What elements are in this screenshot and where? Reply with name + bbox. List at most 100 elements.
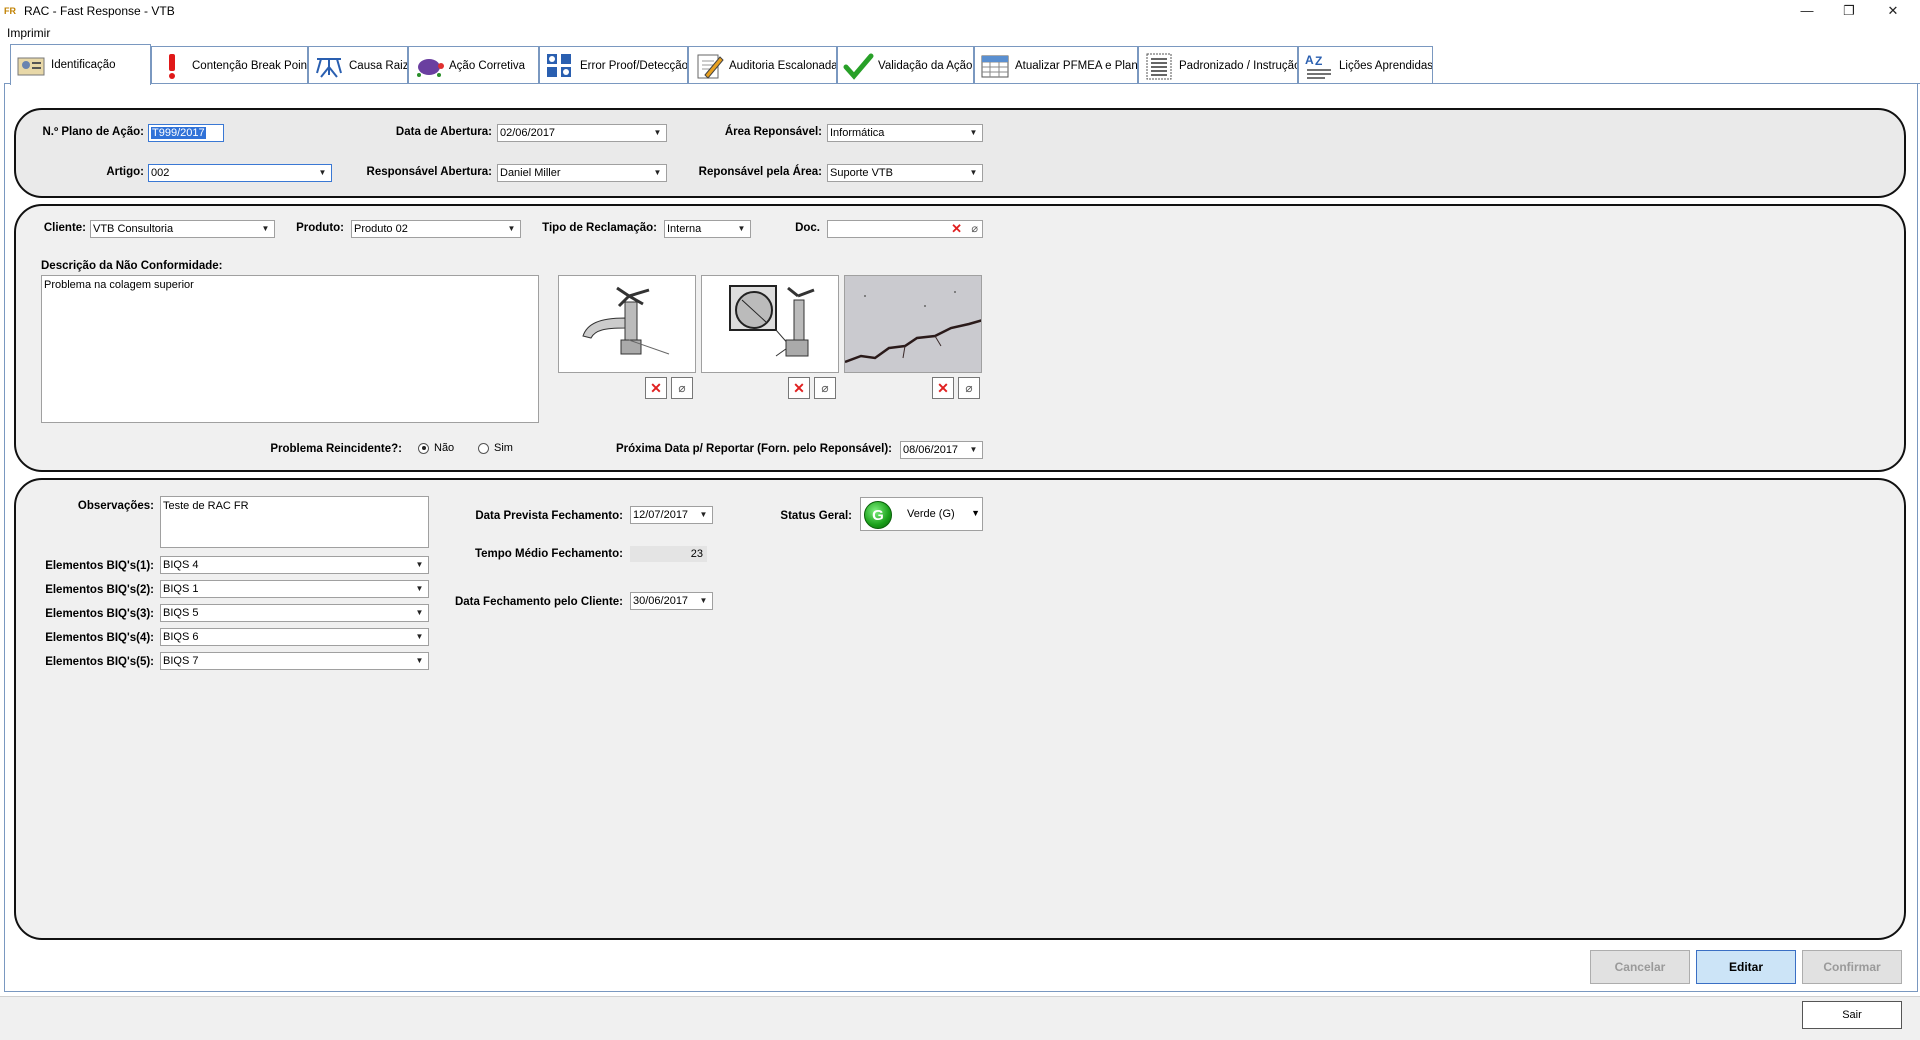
area-select[interactable]: Informática ▼ [827,124,983,142]
observations-label: Observações: [77,500,154,512]
recurrent-no-radio[interactable]: Não [418,442,454,454]
tab-error-proof[interactable]: Error Proof/Detecção [539,46,688,84]
app-logo-icon: FR [4,6,16,16]
title-bar: FR RAC - Fast Response - VTB — ❐ ✕ [0,0,1920,22]
remove-image-3-button[interactable]: ✕ [932,377,954,399]
tab-label: Padronizado / Instrução [1179,59,1298,72]
dropdown-arrow-icon[interactable]: ▼ [314,165,331,181]
tab-padronizado[interactable]: Padronizado / Instrução [1138,46,1298,84]
avg-time-value: 23 [630,546,707,562]
next-report-date-picker[interactable]: 08/06/2017 ▼ [900,441,983,459]
opening-date-picker[interactable]: 02/06/2017 ▼ [497,124,667,142]
attach-image-2-button[interactable]: ⌀ [814,377,836,399]
roots-icon [316,57,342,78]
client-select[interactable]: VTB Consultoria ▼ [90,220,275,238]
biq5-select[interactable]: BIQS 7 ▼ [160,652,429,670]
description-textarea[interactable]: Problema na colagem superior [41,275,539,423]
dropdown-arrow-icon[interactable]: ▼ [411,557,428,573]
dropdown-arrow-icon[interactable]: ▼ [733,221,750,237]
planned-close-date-picker[interactable]: 12/07/2017 ▼ [630,506,713,524]
svg-text:A: A [1305,53,1314,67]
attachment-image-3[interactable] [844,275,982,373]
menu-item-print[interactable]: Imprimir [7,26,50,40]
dots-icon [547,53,571,77]
area-resp-select[interactable]: Suporte VTB ▼ [827,164,983,182]
biq3-select[interactable]: BIQS 5 ▼ [160,604,429,622]
biq2-select[interactable]: BIQS 1 ▼ [160,580,429,598]
biq2-label: Elementos BIQ's(2): [45,584,154,596]
tab-validacao[interactable]: Validação da Ação [837,46,974,84]
biq4-select[interactable]: BIQS 6 ▼ [160,628,429,646]
minimize-button[interactable]: — [1784,0,1830,22]
tab-atualizar-pfmea[interactable]: Atualizar PFMEA e Plano [974,46,1138,84]
opening-resp-label: Responsável Abertura: [366,166,492,178]
dropdown-arrow-icon[interactable]: ▼ [257,221,274,237]
cancel-button[interactable]: Cancelar [1590,950,1690,984]
remove-image-1-button[interactable]: ✕ [645,377,667,399]
close-button[interactable]: ✕ [1870,0,1916,22]
attach-image-1-button[interactable]: ⌀ [671,377,693,399]
dropdown-arrow-icon[interactable]: ▼ [649,165,666,181]
tab-auditoria[interactable]: Auditoria Escalonada [688,46,837,84]
dropdown-arrow-icon[interactable]: ▼ [411,605,428,621]
crack-texture-image [845,276,981,372]
id-card-icon [17,57,45,76]
faucet-image [559,276,695,372]
confirm-button[interactable]: Confirmar [1802,950,1902,984]
dropdown-arrow-icon[interactable]: ▼ [965,165,982,181]
article-select[interactable]: 002 ▼ [148,164,332,182]
attachment-image-1[interactable] [558,275,696,373]
status-value: Verde (G) [907,508,955,520]
area-label: Área Reponsável: [724,126,822,138]
tab-causa-raiz[interactable]: Causa Raiz [308,46,408,84]
exit-button[interactable]: Sair [1802,1001,1902,1029]
attach-image-3-button[interactable]: ⌀ [958,377,980,399]
next-report-label: Próxima Data p/ Reportar (Forn. pelo Rep… [615,443,892,455]
restore-button[interactable]: ❐ [1826,0,1872,22]
attach-doc-icon[interactable]: ⌀ [971,221,978,237]
tab-label: Error Proof/Detecção [580,59,688,72]
dropdown-arrow-icon[interactable]: ▼ [649,125,666,141]
tab-label: Lições Aprendidas [1339,59,1433,72]
dropdown-arrow-icon[interactable]: ▼ [695,507,712,523]
tab-licoes[interactable]: AZ Lições Aprendidas [1298,46,1433,84]
dropdown-arrow-icon[interactable]: ▼ [965,442,982,458]
dropdown-arrow-icon[interactable]: ▼ [411,581,428,597]
dropdown-arrow-icon[interactable]: ▼ [695,593,712,609]
recurrent-yes-radio[interactable]: Sim [478,442,513,454]
area-resp-label: Reponsável pela Área: [698,166,822,178]
remove-doc-icon[interactable]: ✕ [951,221,962,237]
plan-number-input[interactable]: T999/2017 [148,124,224,142]
biq1-select[interactable]: BIQS 4 ▼ [160,556,429,574]
pencil-paper-icon [697,54,724,79]
check-icon [843,53,874,80]
dropdown-arrow-icon[interactable]: ▼ [971,508,980,518]
opening-resp-select[interactable]: Daniel Miller ▼ [497,164,667,182]
observations-textarea[interactable]: Teste de RAC FR [160,496,429,548]
avg-time-label: Tempo Médio Fechamento: [474,548,623,560]
tab-label: Causa Raiz [349,59,408,72]
attachment-image-2[interactable] [701,275,839,373]
tab-label: Validação da Ação [878,59,973,72]
biq4-label: Elementos BIQ's(4): [45,632,154,644]
tab-identificacao[interactable]: Identificação [10,44,151,85]
tab-strip: Identificação Contenção Break Point Caus… [10,44,1920,85]
tab-label: Atualizar PFMEA e Plano [1015,59,1138,72]
dropdown-arrow-icon[interactable]: ▼ [503,221,520,237]
remove-image-2-button[interactable]: ✕ [788,377,810,399]
header-panel [14,108,1906,198]
edit-button[interactable]: Editar [1696,950,1796,984]
tab-contencao[interactable]: Contenção Break Point [151,46,308,84]
biq5-label: Elementos BIQ's(5): [45,656,154,668]
status-select[interactable]: G Verde (G) ▼ [860,497,983,531]
tab-acao-corretiva[interactable]: Ação Corretiva [408,46,539,84]
client-label: Cliente: [43,222,86,234]
tab-label: Contenção Break Point [192,59,308,72]
complaint-type-select[interactable]: Interna ▼ [664,220,751,238]
doc-field[interactable]: ✕ ⌀ [827,220,983,238]
client-close-date-picker[interactable]: 30/06/2017 ▼ [630,592,713,610]
dropdown-arrow-icon[interactable]: ▼ [965,125,982,141]
dropdown-arrow-icon[interactable]: ▼ [411,629,428,645]
product-select[interactable]: Produto 02 ▼ [351,220,521,238]
dropdown-arrow-icon[interactable]: ▼ [411,653,428,669]
